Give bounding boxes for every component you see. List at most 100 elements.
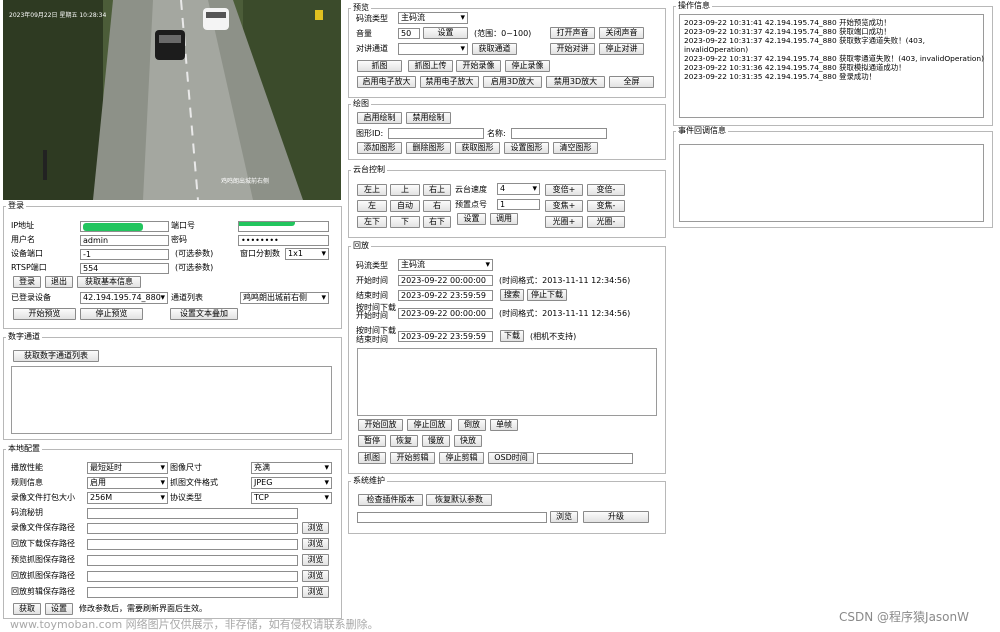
ptz-left-button[interactable]: 左 [357,200,387,212]
video-preview[interactable]: 2023年09月22日 星期五 10:28:34 鸡鸣朗出城前右侧 [3,0,341,200]
pb-stream-select[interactable]: 主码流 [398,259,493,271]
devport-input[interactable]: -1 [80,249,169,260]
playback-perf-select[interactable]: 最短延时 [87,462,168,474]
ptz-down-button[interactable]: 下 [390,216,420,228]
operation-log[interactable]: 2023-09-22 10:31:41 42.194.195.74_880 开始… [679,14,984,118]
pb-download-path-browse-button[interactable]: 浏览 [302,538,329,550]
fullscreen-button[interactable]: 全屏 [609,76,654,88]
disable-ezoom-button[interactable]: 禁用电子放大 [420,76,479,88]
pwd-input[interactable]: •••••••• [238,235,329,246]
protocol-select[interactable]: TCP [251,492,332,504]
enable-ezoom-button[interactable]: 启用电子放大 [357,76,416,88]
disable-draw-button[interactable]: 禁用绘制 [406,112,451,124]
open-sound-button[interactable]: 打开声音 [550,27,595,39]
stop-preview-button[interactable]: 停止预览 [80,308,143,320]
iris-in-button[interactable]: 光圈+ [545,216,583,228]
logout-button[interactable]: 退出 [45,276,73,288]
restore-defaults-button[interactable]: 恢复默认参数 [426,494,492,506]
close-sound-button[interactable]: 关闭声音 [599,27,644,39]
record-pack-select[interactable]: 256M [87,492,168,504]
image-size-select[interactable]: 充满 [251,462,332,474]
start-preview-button[interactable]: 开始预览 [13,308,76,320]
preview-stream-select[interactable]: 主码流 [398,12,468,24]
shape-id-input[interactable] [388,128,484,139]
pb-stop-download-button[interactable]: 停止下载 [527,289,567,301]
preview-capture-path-input[interactable] [87,555,298,566]
get-digital-channels-button[interactable]: 获取数字通道列表 [13,350,99,362]
get-shape-button[interactable]: 获取图形 [455,142,500,154]
ptz-up-right-button[interactable]: 右上 [423,184,451,196]
check-plugin-button[interactable]: 检查插件版本 [358,494,423,506]
volume-set-button[interactable]: 设置 [423,27,468,39]
osd-time-button[interactable]: OSD时间 [488,452,534,464]
preview-capture-button[interactable]: 抓图 [357,60,402,72]
add-shape-button[interactable]: 添加图形 [357,142,402,154]
split-select[interactable]: 1x1 [285,248,329,260]
ptz-up-left-button[interactable]: 左上 [357,184,387,196]
local-get-button[interactable]: 获取 [13,603,41,615]
ptz-auto-button[interactable]: 自动 [390,200,420,212]
ip-input[interactable] [80,221,169,232]
playback-file-list[interactable] [357,348,657,416]
stop-record-button[interactable]: 停止录像 [505,60,550,72]
focus-out-button[interactable]: 变焦- [587,200,625,212]
stop-clip-button[interactable]: 停止剪辑 [439,452,484,464]
pb-capture-path-browse-button[interactable]: 浏览 [302,570,329,582]
local-set-button[interactable]: 设置 [45,603,73,615]
get-talk-channel-button[interactable]: 获取通道 [472,43,517,55]
pb-end-input[interactable]: 2023-09-22 23:59:59 [398,290,493,301]
ptz-speed-select[interactable]: 4 [497,183,540,195]
zoom-in-button[interactable]: 变倍+ [545,184,583,196]
start-record-button[interactable]: 开始录像 [456,60,501,72]
clear-shape-button[interactable]: 清空图形 [553,142,598,154]
pb-clip-path-browse-button[interactable]: 浏览 [302,586,329,598]
rule-info-select[interactable]: 启用 [87,477,168,489]
delete-shape-button[interactable]: 删除图形 [406,142,451,154]
set-shape-button[interactable]: 设置图形 [504,142,549,154]
preset-input[interactable]: 1 [497,199,540,210]
upgrade-browse-button[interactable]: 浏览 [550,511,578,523]
osd-time-input[interactable] [537,453,633,464]
focus-in-button[interactable]: 变焦+ [545,200,583,212]
shape-name-input[interactable] [511,128,607,139]
record-path-browse-button[interactable]: 浏览 [302,522,329,534]
capture-format-select[interactable]: JPEG [251,477,332,489]
upgrade-file-input[interactable] [357,512,547,523]
pb-capture-button[interactable]: 抓图 [358,452,386,464]
ptz-down-right-button[interactable]: 右下 [423,216,451,228]
record-path-input[interactable] [87,523,298,534]
resume-button[interactable]: 恢复 [390,435,418,447]
ptz-right-button[interactable]: 右 [423,200,451,212]
pb-clip-path-input[interactable] [87,587,298,598]
talk-channel-select[interactable] [398,43,468,55]
start-playback-button[interactable]: 开始回放 [358,419,403,431]
get-basic-info-button[interactable]: 获取基本信息 [77,276,141,288]
enable-3d-zoom-button[interactable]: 启用3D放大 [483,76,542,88]
single-frame-button[interactable]: 单帧 [490,419,518,431]
preset-set-button[interactable]: 设置 [457,213,486,225]
text-overlay-button[interactable]: 设置文本叠加 [170,308,238,320]
channel-list-select[interactable]: 鸡鸣朗出城前右侧 [240,292,329,304]
enable-draw-button[interactable]: 启用绘制 [357,112,402,124]
capture-upload-button[interactable]: 抓图上传 [408,60,453,72]
zoom-out-button[interactable]: 变倍- [587,184,625,196]
disable-3d-zoom-button[interactable]: 禁用3D放大 [546,76,605,88]
pb-start-input[interactable]: 2023-09-22 00:00:00 [398,275,493,286]
login-button[interactable]: 登录 [13,276,41,288]
preset-call-button[interactable]: 调用 [490,213,518,225]
rtsp-input[interactable]: 554 [80,263,169,274]
start-talk-button[interactable]: 开始对讲 [550,43,595,55]
iris-out-button[interactable]: 光圈- [587,216,625,228]
preview-capture-path-browse-button[interactable]: 浏览 [302,554,329,566]
digital-channel-list[interactable] [11,366,332,434]
pb-download-path-input[interactable] [87,539,298,550]
upgrade-button[interactable]: 升级 [583,511,649,523]
ptz-down-left-button[interactable]: 左下 [357,216,387,228]
event-callback-log[interactable] [679,144,984,222]
download-button[interactable]: 下载 [500,330,524,342]
start-clip-button[interactable]: 开始剪辑 [390,452,435,464]
ptz-up-button[interactable]: 上 [390,184,420,196]
port-input[interactable] [238,221,329,232]
logged-device-select[interactable]: 42.194.195.74_880 [80,292,168,304]
stop-playback-button[interactable]: 停止回放 [407,419,452,431]
